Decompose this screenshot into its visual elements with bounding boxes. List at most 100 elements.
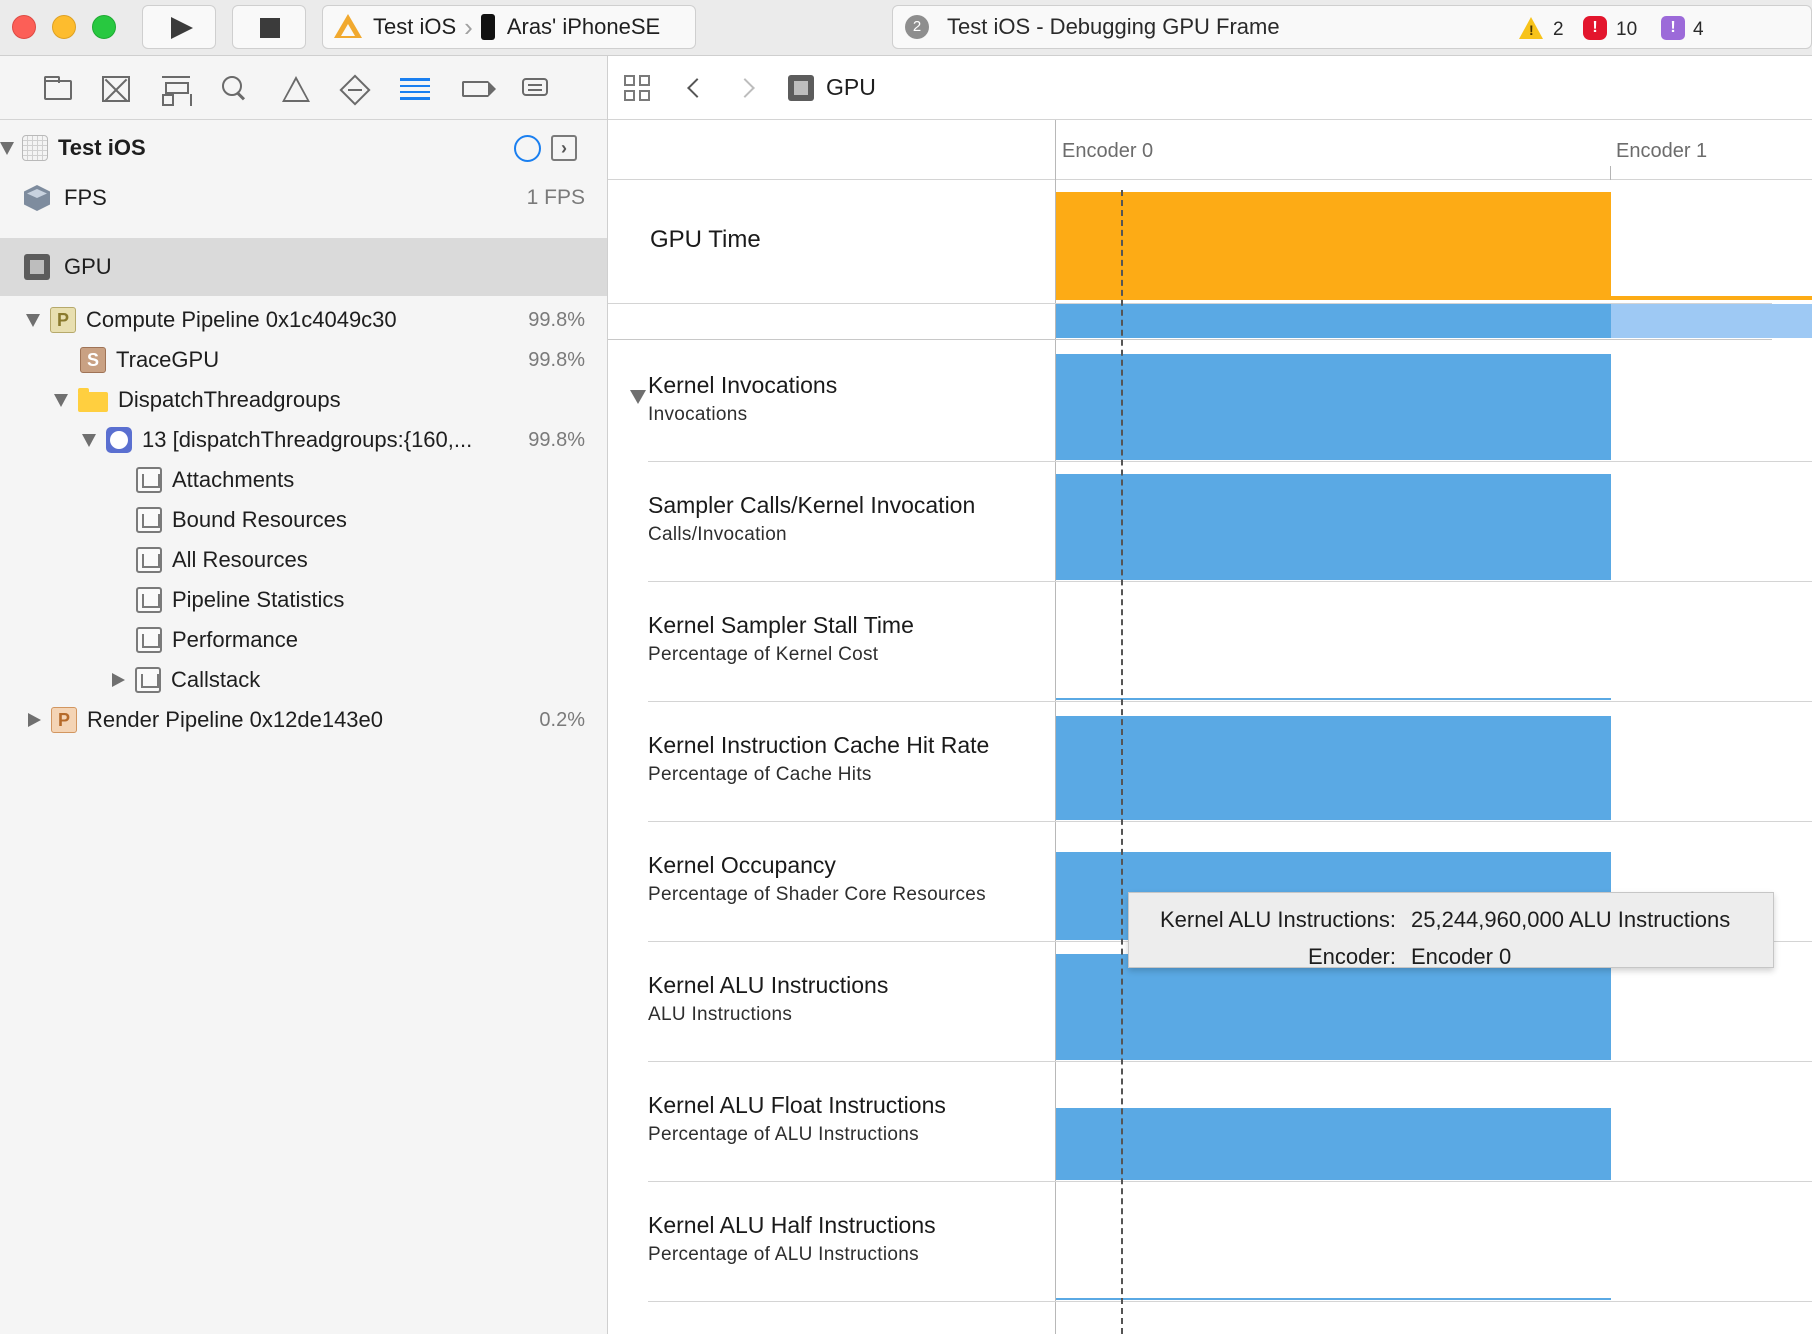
tree-row-gpu[interactable]: GPU: [0, 238, 607, 296]
lane-title: Kernel ALU Half Instructions: [648, 1212, 936, 1238]
tree-row-render-pipeline[interactable]: P Render Pipeline 0x12de143e0 0.2%: [0, 700, 607, 740]
stop-button[interactable]: [232, 5, 306, 49]
metric-bar[interactable]: [1056, 1108, 1611, 1180]
metric-bar[interactable]: [1056, 1298, 1611, 1300]
test-diamond-icon[interactable]: [339, 74, 371, 106]
tree-row-fps[interactable]: FPS 1 FPS: [0, 176, 607, 220]
breadcrumb-gpu[interactable]: GPU: [826, 74, 876, 101]
render-pipeline-value: 0.2%: [539, 708, 585, 731]
counter-tooltip: Kernel ALU Instructions: 25,244,960,000 …: [1128, 892, 1774, 969]
disclosure-triangle-icon[interactable]: [82, 433, 96, 447]
metric-bar[interactable]: [1056, 698, 1611, 700]
encoder-1-strip[interactable]: [1611, 304, 1812, 338]
minimize-window-button[interactable]: [52, 15, 76, 39]
zoom-window-button[interactable]: [92, 15, 116, 39]
folder-icon[interactable]: [44, 76, 72, 100]
search-icon[interactable]: [220, 76, 248, 102]
metric-bar[interactable]: [1056, 474, 1611, 580]
jump-to-icon[interactable]: ›: [551, 135, 577, 161]
bound-resources-label: Bound Resources: [172, 507, 347, 532]
tree-row-project[interactable]: Test iOS ›: [0, 126, 607, 170]
cube-icon: [24, 185, 50, 211]
lane-gpu-time[interactable]: GPU Time: [608, 180, 1812, 304]
lane-sampler-stall[interactable]: Kernel Sampler Stall Time Percentage of …: [648, 582, 1812, 702]
callstack-icon: [135, 667, 161, 693]
render-pipeline-label: Render Pipeline 0x12de143e0: [87, 707, 384, 732]
dispatch-icon: [106, 427, 132, 453]
tree-row-bound-resources[interactable]: Bound Resources: [0, 500, 607, 540]
run-button[interactable]: [142, 5, 216, 49]
related-items-icon[interactable]: [624, 74, 650, 101]
disclosure-triangle-icon[interactable]: [112, 673, 125, 687]
attachments-label: Attachments: [172, 467, 295, 492]
callstack-label: Callstack: [171, 667, 261, 692]
tree-row-dispatch-call[interactable]: 13 [dispatchThreadgroups:{160,... 99.8%: [0, 420, 607, 460]
tree-row-callstack[interactable]: Callstack: [0, 660, 607, 700]
errors-count: 10: [1616, 19, 1638, 40]
performance-label: Performance: [172, 627, 298, 652]
lane-title: Kernel Instruction Cache Hit Rate: [648, 732, 990, 758]
timeline-cursor[interactable]: [1121, 190, 1123, 1334]
tree-row-attachments[interactable]: Attachments: [0, 460, 607, 500]
trace-gpu-value: 99.8%: [528, 348, 585, 371]
forward-chevron-icon[interactable]: [735, 77, 755, 98]
warning-icon[interactable]: !: [1519, 17, 1543, 39]
symbol-hierarchy-icon[interactable]: [162, 76, 190, 106]
all-resources-label: All Resources: [172, 547, 308, 572]
source-control-icon[interactable]: [102, 76, 130, 102]
report-bubble-icon[interactable]: [522, 78, 548, 96]
disclosure-triangle-icon[interactable]: [0, 141, 14, 155]
gpu-time-bar[interactable]: [1056, 192, 1611, 300]
tooltip-encoder-key: Encoder:: [1307, 944, 1396, 969]
breakpoint-tag-icon[interactable]: [462, 81, 496, 97]
lane-title: Kernel Sampler Stall Time: [648, 612, 914, 638]
lane-subtitle: Calls/Invocation: [648, 524, 787, 545]
activity-count-badge: 2: [905, 15, 929, 39]
disclosure-triangle-icon[interactable]: [630, 390, 646, 404]
encoder-0-strip[interactable]: [1056, 304, 1611, 338]
error-icon[interactable]: !: [1583, 16, 1607, 40]
folder-icon: [78, 388, 108, 412]
project-label: Test iOS: [58, 135, 146, 160]
chevron-right-icon: ›: [464, 11, 473, 42]
counters-timeline: Encoder 0 Encoder 1 GPU Time Kernel Invo…: [608, 120, 1812, 1334]
encoder-0-label[interactable]: Encoder 0: [1062, 140, 1153, 163]
lane-sampler-calls[interactable]: Sampler Calls/Kernel Invocation Calls/In…: [648, 462, 1812, 582]
runtime-issue-icon[interactable]: !: [1661, 16, 1685, 40]
compute-pipeline-label: Compute Pipeline 0x1c4049c30: [86, 307, 397, 332]
compute-pipeline-value: 99.8%: [528, 308, 585, 331]
lane-alu-float[interactable]: Kernel ALU Float Instructions Percentage…: [648, 1062, 1812, 1182]
lane-icache-hit-rate[interactable]: Kernel Instruction Cache Hit Rate Percen…: [648, 702, 1812, 822]
encoder-header: Encoder 0 Encoder 1: [608, 120, 1812, 180]
issue-warning-icon[interactable]: [282, 76, 310, 102]
disclosure-triangle-icon[interactable]: [54, 393, 68, 407]
close-window-button[interactable]: [12, 15, 36, 39]
lane-subtitle: Invocations: [648, 404, 748, 425]
tree-row-performance[interactable]: Performance: [0, 620, 607, 660]
lane-alu-half[interactable]: Kernel ALU Half Instructions Percentage …: [648, 1182, 1812, 1302]
tree-row-trace-gpu[interactable]: S TraceGPU 99.8%: [0, 340, 607, 380]
debug-navigator-icon[interactable]: [400, 78, 430, 100]
back-chevron-icon[interactable]: [687, 77, 707, 98]
metric-bar[interactable]: [1056, 716, 1611, 820]
tooltip-metric-value: 25,244,960,000 ALU Instructions: [1411, 907, 1731, 932]
lane-kernel-invocations[interactable]: Kernel Invocations Invocations: [630, 342, 1812, 462]
tree-row-compute-pipeline[interactable]: P Compute Pipeline 0x1c4049c30 99.8%: [0, 300, 607, 340]
gauge-icon[interactable]: [514, 135, 541, 162]
lane-subtitle: Percentage of ALU Instructions: [648, 1244, 919, 1265]
metric-bar[interactable]: [1056, 354, 1611, 460]
tree-row-pipeline-statistics[interactable]: Pipeline Statistics: [0, 580, 607, 620]
lane-encoder-strip[interactable]: [608, 304, 1812, 340]
tree-row-all-resources[interactable]: All Resources: [0, 540, 607, 580]
disclosure-triangle-icon[interactable]: [28, 713, 41, 727]
pipeline-icon: P: [50, 307, 76, 333]
lane-subtitle: ALU Instructions: [648, 1004, 793, 1025]
encoder-1-label[interactable]: Encoder 1: [1616, 140, 1707, 163]
tree-row-dispatch-group[interactable]: DispatchThreadgroups: [0, 380, 607, 420]
disclosure-triangle-icon[interactable]: [26, 313, 40, 327]
scheme-name: Test iOS: [373, 14, 457, 39]
device-name: Aras' iPhoneSE: [506, 14, 661, 39]
scheme-selector[interactable]: Test iOS › Aras' iPhoneSE: [322, 5, 696, 49]
lane-title: GPU Time: [650, 226, 761, 253]
fps-label: FPS: [64, 185, 107, 210]
